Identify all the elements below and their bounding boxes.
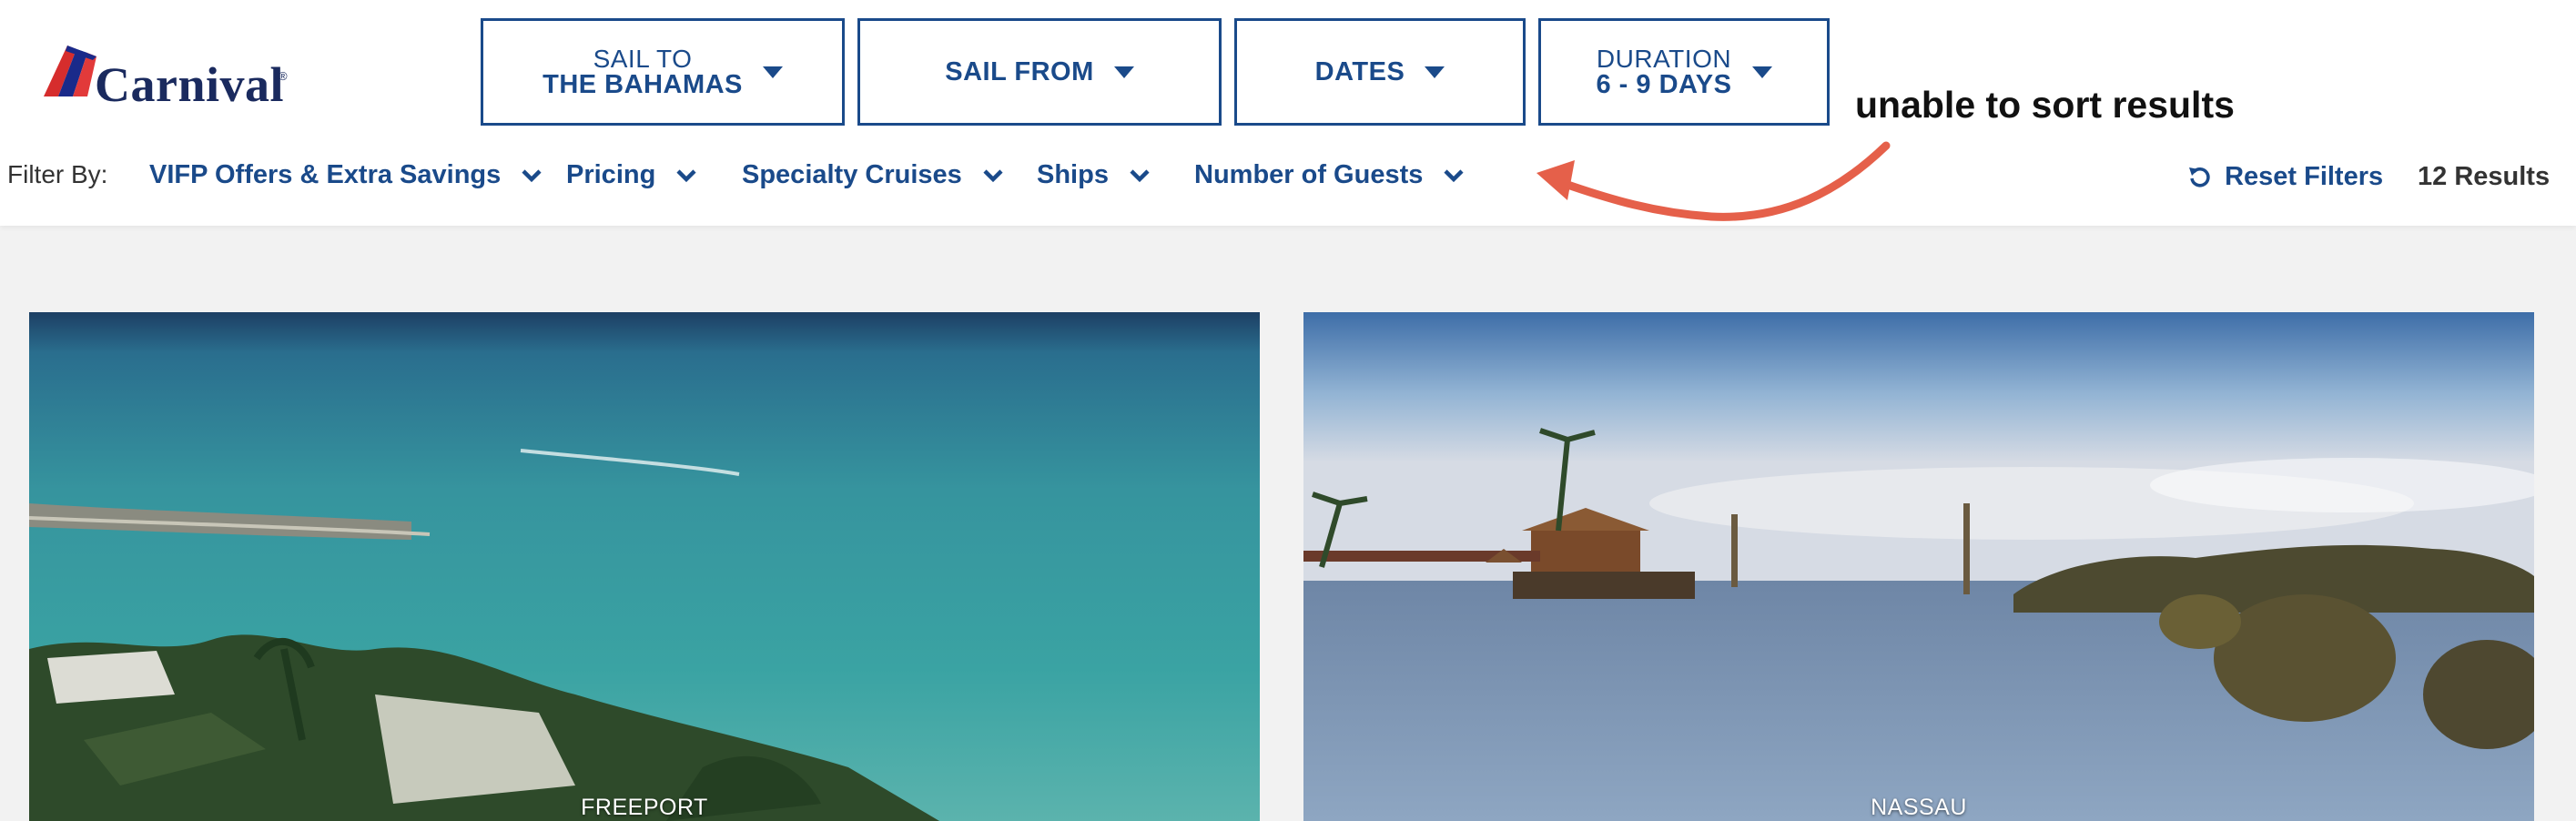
chevron-down-icon — [983, 169, 1003, 183]
reset-filters-button[interactable]: Reset Filters — [2188, 162, 2383, 192]
filter-pricing[interactable]: Pricing — [566, 160, 697, 190]
nassau-photo — [1303, 312, 2534, 821]
top-bar: Carnival ® SAIL TO THE BAHAMAS SAIL FROM… — [0, 0, 2576, 226]
filter-label: Pricing — [566, 160, 656, 189]
duration-dropdown[interactable]: DURATION 6 - 9 DAYS — [1538, 18, 1830, 126]
filter-ships[interactable]: Ships — [1037, 160, 1151, 190]
carnival-logo[interactable]: Carnival ® — [40, 40, 295, 113]
filter-label: VIFP Offers & Extra Savings — [149, 160, 502, 189]
caret-down-icon — [1113, 66, 1134, 78]
port-label: FREEPORT — [581, 795, 708, 820]
filter-vifp-offers[interactable]: VIFP Offers & Extra Savings — [149, 160, 543, 190]
freeport-photo — [29, 312, 1260, 821]
chevron-down-icon — [1130, 169, 1150, 183]
results-count: 12 Results — [2418, 162, 2551, 191]
sail-to-value: THE BAHAMAS — [543, 69, 743, 99]
registered-mark: ® — [279, 69, 288, 83]
dates-label: DATES — [1314, 56, 1405, 86]
sail-to-dropdown[interactable]: SAIL TO THE BAHAMAS — [481, 18, 845, 126]
filter-label: Number of Guests — [1194, 160, 1424, 189]
filter-label: Specialty Cruises — [742, 160, 962, 189]
sail-from-dropdown[interactable]: SAIL FROM — [857, 18, 1222, 126]
filter-number-of-guests[interactable]: Number of Guests — [1194, 160, 1465, 190]
sail-to-label: SAIL TO — [593, 44, 693, 73]
reset-filters-label: Reset Filters — [2225, 162, 2384, 191]
caret-down-icon — [762, 66, 783, 78]
sail-from-label: SAIL FROM — [945, 56, 1094, 86]
chevron-down-icon — [676, 169, 696, 183]
filter-specialty-cruises[interactable]: Specialty Cruises — [742, 160, 1004, 190]
brand-name: Carnival — [95, 57, 285, 112]
annotation-text: unable to sort results — [1855, 84, 2235, 126]
destination-card-freeport[interactable]: FREEPORT — [29, 312, 1260, 821]
chevron-down-icon — [1444, 169, 1465, 183]
filter-by-label: Filter By: — [7, 160, 108, 188]
caret-down-icon — [1751, 66, 1772, 78]
duration-label: DURATION — [1596, 44, 1732, 73]
caret-down-icon — [1425, 66, 1445, 78]
arrow-annotation-icon — [1536, 141, 1891, 221]
dates-dropdown[interactable]: DATES — [1234, 18, 1526, 126]
filter-label: Ships — [1037, 160, 1109, 189]
port-label: NASSAU — [1871, 795, 1967, 820]
duration-value: 6 - 9 DAYS — [1596, 69, 1732, 99]
chevron-down-icon — [522, 169, 542, 183]
reset-icon — [2189, 167, 2210, 188]
destination-card-nassau[interactable]: NASSAU — [1303, 312, 2534, 821]
